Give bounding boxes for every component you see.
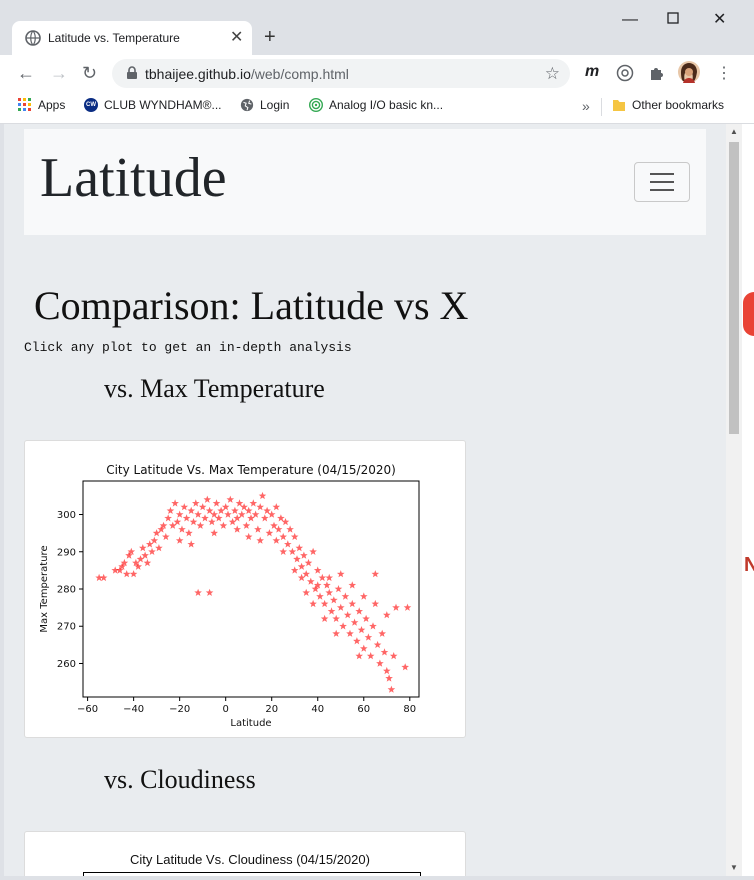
target-icon [309,98,323,112]
x-tick-label: 0 [222,704,228,715]
m-extension-icon[interactable]: m [585,63,599,81]
tab-active[interactable]: Latitude vs. Temperature ✕ [12,21,252,55]
y-tick-label: 280 [57,585,76,596]
navbar-toggler-button[interactable] [634,162,690,202]
toolbar: ← → ↻ tbhaijee.github.io/web/comp.html ☆… [0,55,754,92]
x-tick-label: −20 [169,704,190,715]
y-tick-label: 270 [57,622,76,633]
tab-strip: Latitude vs. Temperature ✕ + — ✕ [0,0,754,55]
bookmark-analog-io[interactable]: Analog I/O basic kn... [309,98,443,112]
x-tick-label: −60 [77,704,98,715]
new-tab-icon[interactable]: + [264,27,276,47]
bookmarks-bar: Apps CW CLUB WYNDHAM®... Login Analog I/… [0,92,754,124]
scrollbar-thumb[interactable] [729,142,739,434]
bookmark-login[interactable]: Login [240,98,289,112]
navbar: Latitude [24,129,706,235]
apps-grid-icon [18,98,31,111]
navbar-brand[interactable]: Latitude [40,145,227,211]
plot-area [82,480,420,698]
browser-window: Latitude vs. Temperature ✕ + — ✕ ← → ↻ t… [0,0,754,880]
back-icon[interactable]: ← [17,64,35,82]
section-heading-max-temp: vs. Max Temperature [104,374,325,403]
x-tick-label: −40 [123,704,144,715]
reload-icon[interactable]: ↻ [82,64,97,82]
latitude-vs-max-temperature-chart[interactable]: City Latitude Vs. Max Temperature (04/15… [25,441,465,737]
tab-title: Latitude vs. Temperature [48,31,180,45]
close-tab-icon[interactable]: ✕ [230,30,243,46]
cloudiness-chart-frame [83,872,421,876]
extension-circle-icon[interactable] [616,64,634,82]
folder-icon [613,100,625,111]
menu-kebab-icon[interactable]: ⋮ [716,63,732,83]
x-tick-label: 60 [357,704,370,715]
scroll-up-arrow-icon[interactable]: ▲ [730,127,738,136]
puzzle-icon[interactable] [648,64,666,82]
page-title: Comparison: Latitude vs X [34,283,469,328]
plot-card-cloudiness[interactable]: City Latitude Vs. Cloudiness (04/15/2020… [24,831,466,876]
x-axis-label: Latitude [230,718,271,729]
globe-icon [25,30,41,46]
bookmark-apps[interactable]: Apps [18,98,65,112]
y-axis-label: Max Temperature [39,545,50,632]
bookmarks-divider [601,98,602,116]
cw-logo-icon: CW [84,98,98,112]
bookmark-star-icon[interactable]: ☆ [545,64,560,84]
scroll-down-arrow-icon[interactable]: ▼ [730,863,738,872]
bookmark-club-wyndham[interactable]: CW CLUB WYNDHAM®... [84,98,222,112]
page-viewport: Latitude Comparison: Latitude vs X Click… [4,124,726,876]
globe-icon [240,98,254,112]
instruction-text: Click any plot to get an in-depth analys… [24,340,352,355]
plot-card-max-temperature[interactable]: City Latitude Vs. Max Temperature (04/15… [24,440,466,738]
forward-icon[interactable]: → [50,64,68,82]
bookmark-other-bookmarks[interactable]: Other bookmarks [612,98,724,112]
maximize-icon[interactable] [667,12,679,28]
background-window-edge: N [742,124,754,876]
url-text: tbhaijee.github.io/web/comp.html [145,66,349,82]
bookmarks-overflow-chevron[interactable]: » [582,98,590,114]
profile-avatar[interactable] [678,61,700,83]
y-tick-label: 260 [57,659,76,670]
x-tick-label: 20 [265,704,278,715]
x-tick-label: 80 [403,704,416,715]
cloudiness-chart-title: City Latitude Vs. Cloudiness (04/15/2020… [130,852,370,867]
close-window-icon[interactable]: ✕ [713,12,726,28]
lock-icon [127,66,137,79]
y-tick-label: 300 [57,510,76,521]
x-tick-label: 40 [311,704,324,715]
y-tick-label: 290 [57,547,76,558]
address-bar[interactable]: tbhaijee.github.io/web/comp.html ☆ [112,59,570,88]
section-heading-cloudiness: vs. Cloudiness [104,765,256,794]
vertical-scrollbar[interactable]: ▲ ▼ [726,124,742,876]
minimize-icon[interactable]: — [622,12,638,28]
chart-title: City Latitude Vs. Max Temperature (04/15… [106,463,396,477]
